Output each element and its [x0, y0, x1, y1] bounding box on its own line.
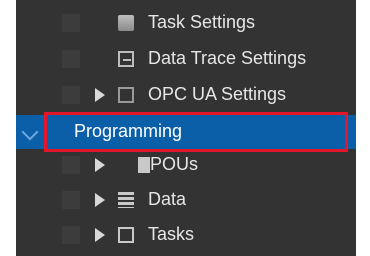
tree-item-label: Data — [148, 189, 187, 209]
data-icon — [118, 192, 134, 208]
data-trace-icon — [118, 51, 134, 67]
tree-item-label: Data Trace Settings — [148, 48, 307, 68]
tree-item-data[interactable]: Data — [16, 185, 356, 215]
pin-icon — [62, 226, 80, 244]
tree-item-label: Task Settings — [148, 12, 256, 32]
highlight-annotation-box — [44, 112, 348, 152]
expand-arrow-icon[interactable] — [95, 228, 105, 242]
pin-icon — [62, 50, 80, 68]
expand-arrow-icon[interactable] — [95, 158, 105, 172]
expand-arrow-icon[interactable] — [95, 193, 105, 207]
tree-item-opc-ua-settings[interactable]: OPC UA Settings — [16, 80, 356, 110]
tree-item-tasks[interactable]: Tasks — [16, 220, 356, 250]
pin-icon — [62, 191, 80, 209]
expand-arrow-icon[interactable] — [95, 88, 105, 102]
tree-item-task-settings[interactable]: Task Settings — [16, 8, 356, 38]
tree-item-pous[interactable]: POUs — [16, 150, 356, 180]
pou-icon — [138, 157, 150, 173]
opc-ua-icon — [118, 87, 134, 103]
tree-item-label: OPC UA Settings — [148, 84, 287, 104]
tree-item-label: POUs — [150, 154, 199, 174]
pin-icon — [62, 156, 80, 174]
collapse-chevron-icon[interactable] — [21, 123, 39, 141]
tree-item-label: Tasks — [148, 224, 195, 244]
pin-icon — [62, 86, 80, 104]
task-settings-icon — [118, 15, 134, 31]
tree-item-data-trace-settings[interactable]: Data Trace Settings — [16, 44, 356, 74]
tasks-icon — [118, 227, 134, 243]
pin-icon — [62, 14, 80, 32]
